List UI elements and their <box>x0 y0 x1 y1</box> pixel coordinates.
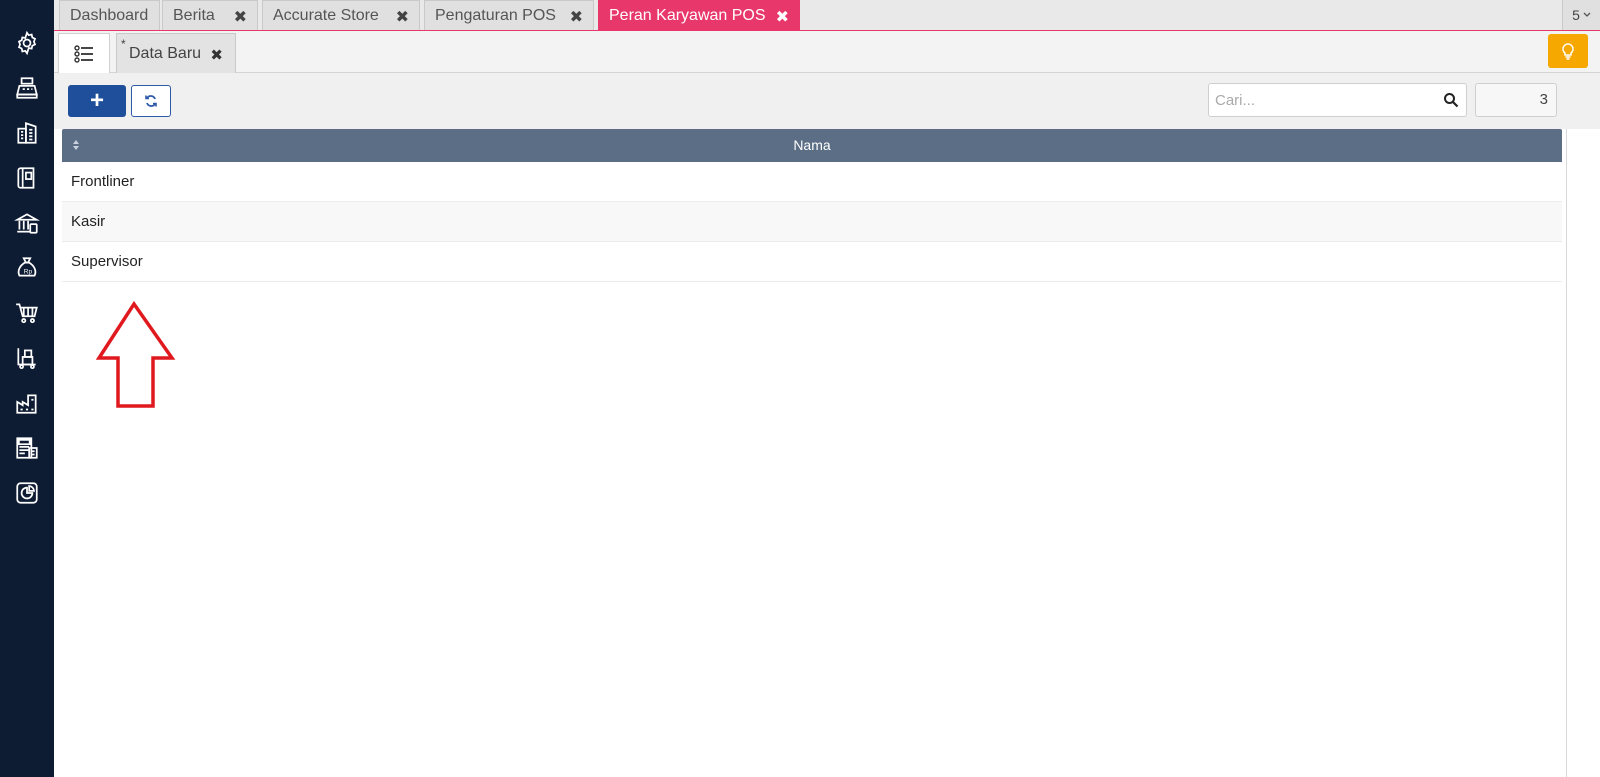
close-icon[interactable]: ✖ <box>776 7 789 27</box>
annotation-up-arrow <box>96 300 176 408</box>
table-row[interactable]: Kasir <box>62 202 1562 242</box>
toolbar: + 3 <box>54 73 1600 129</box>
factory-icon[interactable] <box>12 388 42 418</box>
sub-tab-bar: * Data Baru ✖ <box>54 31 1600 73</box>
tab-dashboard[interactable]: Dashboard <box>59 0 160 30</box>
bank-icon[interactable] <box>12 208 42 238</box>
close-icon[interactable]: ✖ <box>570 7 583 27</box>
add-button-label: + <box>89 87 104 114</box>
ledger-book-icon[interactable] <box>12 163 42 193</box>
unsaved-marker: * <box>121 37 126 51</box>
subtab-label: Data Baru <box>129 44 202 62</box>
tips-button[interactable] <box>1548 34 1588 68</box>
table-header: Nama <box>62 129 1562 162</box>
refresh-button[interactable] <box>131 85 171 117</box>
list-view-button[interactable] <box>58 33 110 73</box>
money-bag-icon[interactable]: Rp <box>12 253 42 283</box>
tax-report-icon[interactable] <box>12 433 42 463</box>
record-count: 3 <box>1475 83 1557 117</box>
close-icon[interactable]: ✖ <box>210 46 223 64</box>
content-border <box>1566 129 1567 777</box>
tab-peran-karyawan-pos[interactable]: Peran Karyawan POS ✖ <box>598 0 800 30</box>
app-window: Rp Dashboard Berita ✖ Accurate Store ✖ P… <box>0 0 1600 777</box>
tab-berita[interactable]: Berita ✖ <box>162 0 258 30</box>
column-header-nama[interactable]: Nama <box>62 129 1562 162</box>
close-icon[interactable]: ✖ <box>396 7 409 27</box>
lightbulb-icon <box>1562 43 1574 60</box>
open-tabs-dropdown[interactable]: 5 <box>1562 0 1600 30</box>
search-input[interactable] <box>1209 84 1466 116</box>
sidebar: Rp <box>0 0 54 777</box>
tab-label: Dashboard <box>70 6 149 24</box>
open-tabs-count: 5 <box>1572 7 1580 23</box>
chevron-down-icon <box>1583 12 1591 17</box>
tab-accurate-store[interactable]: Accurate Store ✖ <box>262 0 420 30</box>
data-table: Nama Frontliner Kasir Supervisor <box>62 129 1562 282</box>
tab-label: Pengaturan POS <box>435 6 556 24</box>
table-row[interactable]: Supervisor <box>62 242 1562 282</box>
tab-data-baru[interactable]: * Data Baru ✖ <box>116 33 236 73</box>
top-tab-bar: Dashboard Berita ✖ Accurate Store ✖ Peng… <box>54 0 1600 31</box>
refresh-icon <box>145 95 157 107</box>
tab-label: Accurate Store <box>273 6 379 24</box>
search-box <box>1208 83 1467 117</box>
tab-label: Berita <box>173 6 215 24</box>
cash-register-icon[interactable] <box>12 73 42 103</box>
settings-gear-icon[interactable] <box>12 28 42 58</box>
table-row[interactable]: Frontliner <box>62 162 1562 202</box>
tab-label: Peran Karyawan POS <box>609 6 766 24</box>
tab-pengaturan-pos[interactable]: Pengaturan POS ✖ <box>424 0 594 30</box>
search-icon[interactable] <box>1443 92 1459 108</box>
inventory-trolley-icon[interactable] <box>12 343 42 373</box>
close-icon[interactable]: ✖ <box>234 7 247 27</box>
shopping-cart-icon[interactable] <box>12 298 42 328</box>
buildings-icon[interactable] <box>12 118 42 148</box>
pie-chart-report-icon[interactable] <box>12 478 42 508</box>
svg-text:Rp: Rp <box>24 268 33 275</box>
list-icon <box>74 44 93 63</box>
add-button[interactable]: + <box>68 85 126 117</box>
